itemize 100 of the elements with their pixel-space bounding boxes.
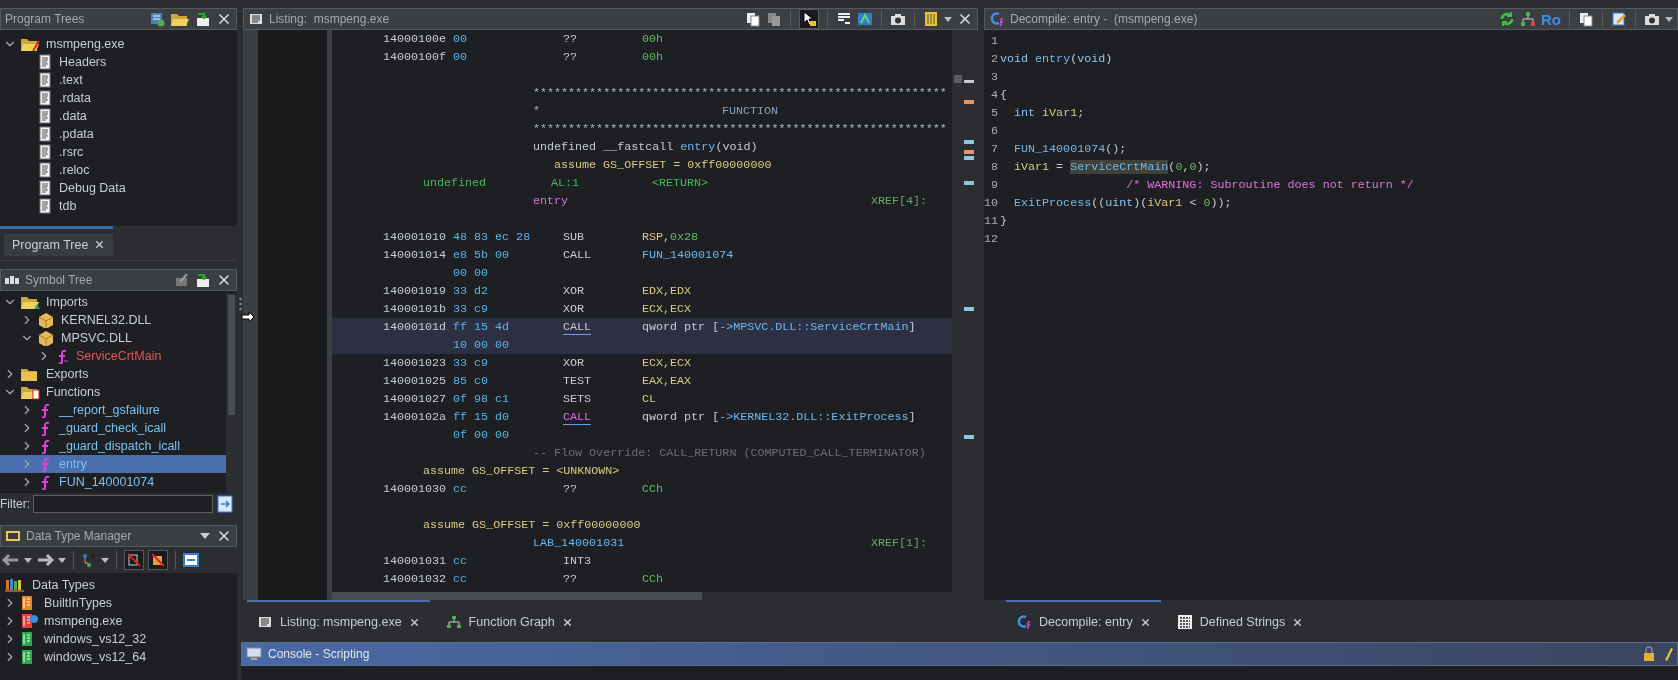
close-icon[interactable] [216, 11, 232, 27]
filter-field[interactable] [33, 495, 213, 513]
address-text: 14000100f [383, 50, 447, 64]
tree-item[interactable]: .data [0, 107, 237, 125]
tree-item[interactable]: .pdata [0, 125, 237, 143]
forward-arrow-icon[interactable] [36, 552, 54, 568]
open-folder-icon [20, 36, 40, 52]
open-folder-icon [20, 384, 40, 400]
bytes-text: 85 c0 [453, 374, 489, 388]
tree-item[interactable]: KERNEL32.DLL [0, 311, 226, 329]
line-number: 11 [984, 214, 998, 228]
tree-nodes-icon[interactable] [81, 552, 97, 568]
tree-item[interactable]: msmpeng.exe [0, 612, 237, 630]
document-icon [37, 126, 53, 142]
code-line: int iVar1; [1013, 106, 1085, 120]
close-icon[interactable] [561, 616, 573, 628]
columns-icon[interactable] [923, 11, 939, 27]
close-icon[interactable] [216, 272, 232, 288]
filter-toggle-icon[interactable] [150, 552, 166, 568]
back-arrow-icon[interactable] [2, 552, 20, 568]
comment-border-text: * [533, 104, 540, 118]
tree-item[interactable]: FUN_140001074 [0, 473, 226, 491]
operand-text: RSP,0x28 [642, 230, 699, 244]
collapse-all-icon[interactable] [183, 552, 199, 568]
tree-item[interactable]: .reloc [0, 161, 237, 179]
close-icon[interactable] [408, 616, 420, 628]
decompile-icon [989, 11, 1005, 27]
address-text: 14000101d [383, 320, 447, 334]
tree-item[interactable]: __report_gsfailure [0, 401, 226, 419]
camera-icon[interactable] [1644, 11, 1660, 27]
line-number: 8 [990, 160, 998, 174]
edit-icon[interactable] [174, 272, 190, 288]
monitor-icon [246, 646, 262, 662]
lock-icon[interactable] [1641, 646, 1657, 662]
eraser-icon[interactable] [1663, 646, 1673, 662]
tab[interactable]: Function Graph [435, 600, 583, 642]
mnemonic-text: CALL [563, 248, 592, 262]
symbols-icon [5, 276, 20, 284]
dropdown-caret-icon[interactable] [101, 556, 109, 564]
tree-item[interactable]: _guard_check_icall [0, 419, 226, 437]
dropdown-caret-icon[interactable] [58, 556, 66, 564]
filter-toggle-icon[interactable] [126, 552, 142, 568]
dropdown-caret-icon[interactable] [944, 15, 952, 23]
dropdown-caret-icon[interactable] [1665, 15, 1673, 23]
tab[interactable]: Defined Strings [1166, 600, 1314, 642]
tree-item[interactable]: Imports [0, 293, 226, 311]
cursor-icon[interactable] [801, 11, 817, 27]
bytes-text: 33 c9 [453, 356, 489, 370]
mnemonic-text: CALL [563, 319, 592, 335]
graph-icon[interactable] [1520, 11, 1536, 27]
bytes-text: 00 [453, 50, 468, 64]
code-line: FUN_140001074(); [1013, 142, 1127, 156]
document-icon [37, 54, 53, 70]
field-layout-icon[interactable] [836, 11, 852, 27]
tree-item[interactable]: Functions [0, 383, 226, 401]
paste-icon[interactable] [766, 11, 782, 27]
import-icon[interactable] [195, 11, 211, 27]
splitter-handle-icon[interactable] [238, 297, 242, 311]
tree-item[interactable]: ServiceCrtMain [0, 347, 226, 365]
tree-item[interactable]: .rdata [0, 89, 237, 107]
tree-item[interactable]: msmpeng.exe [0, 35, 237, 53]
tree-item[interactable]: Exports [0, 365, 226, 383]
copy-icon[interactable] [745, 11, 761, 27]
close-icon[interactable] [216, 528, 232, 544]
tree-item[interactable]: _guard_dispatch_icall [0, 437, 226, 455]
close-icon[interactable] [957, 11, 973, 27]
tree-item[interactable]: tdb [0, 197, 237, 215]
close-icon[interactable] [1139, 616, 1151, 628]
panel-title: Listing: msmpeng.exe [269, 12, 390, 26]
tree-item[interactable]: .rsrc [0, 143, 237, 161]
mnemonic-text: CALL [563, 409, 592, 425]
document-icon [37, 108, 53, 124]
vertical-scrollbar[interactable] [226, 293, 237, 493]
tree-item[interactable]: windows_vs12_64 [0, 648, 237, 666]
code-line: ExitProcess((uint)(iVar1 < 0)); [1013, 196, 1232, 210]
operand-text: qword ptr [->MPSVC.DLL::ServiceCrtMain] [642, 320, 916, 334]
tree-item[interactable]: windows_vs12_32 [0, 630, 237, 648]
diff-icon[interactable] [857, 11, 873, 27]
camera-icon[interactable] [890, 11, 906, 27]
code-line: { [1000, 88, 1007, 102]
close-icon[interactable] [94, 239, 106, 250]
edit-icon[interactable] [1611, 11, 1627, 27]
tree-item[interactable]: Headers [0, 53, 237, 71]
refresh-icon[interactable] [1499, 11, 1515, 27]
horizontal-scrollbar[interactable] [332, 592, 952, 600]
copy-icon[interactable] [1578, 11, 1594, 27]
new-tree-icon[interactable] [149, 11, 165, 27]
bytes-text: cc [453, 572, 468, 586]
tree-item[interactable]: Data Types [0, 576, 237, 594]
import-icon[interactable] [195, 272, 211, 288]
filter-options-icon[interactable] [216, 495, 234, 513]
assume-text: assume GS_OFFSET = 0xff00000000 [423, 518, 641, 532]
tree-item[interactable]: MPSVC.DLL [0, 329, 226, 347]
xref-text: XREF[4]: [871, 194, 928, 208]
tree-item[interactable]: Debug Data [0, 179, 237, 197]
tree-item[interactable]: BuiltInTypes [0, 594, 237, 612]
dropdown-caret-icon[interactable] [24, 556, 32, 564]
close-icon[interactable] [1292, 616, 1304, 628]
tree-item[interactable]: .text [0, 71, 237, 89]
tab[interactable]: Program Tree [4, 233, 114, 256]
